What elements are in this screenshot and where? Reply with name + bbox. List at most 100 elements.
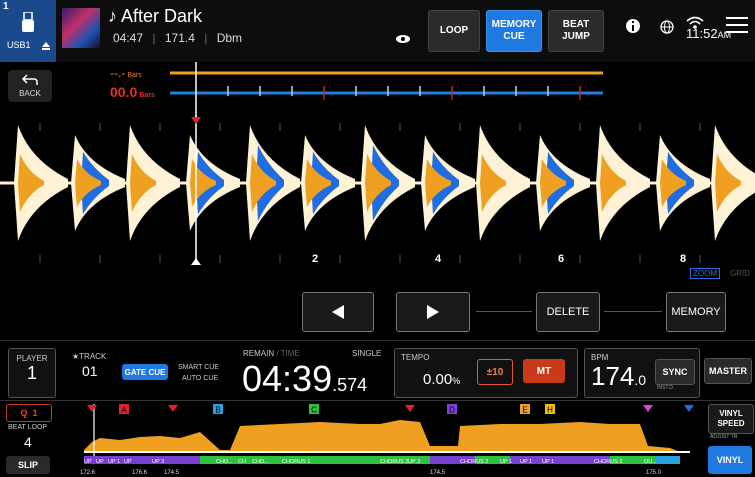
phrase-label: CH <box>238 459 246 465</box>
memory-cue-button[interactable]: MEMORY CUE <box>486 10 542 52</box>
tempo-number: 0.00 <box>423 371 453 388</box>
vinyl-button[interactable]: VINYL <box>708 446 752 474</box>
beat-jump-button[interactable]: BEAT JUMP <box>548 10 604 52</box>
bpm-mark-label: 174.5 <box>164 470 180 476</box>
music-note-icon: ♪ <box>108 6 117 26</box>
master-tempo-button[interactable]: MT <box>523 359 565 383</box>
remain-time-toggle[interactable]: REMAIN / TIME <box>243 349 300 358</box>
usb-icon <box>22 12 34 32</box>
phrase-label: UP 3 <box>408 459 420 465</box>
player-label: PLAYER <box>16 354 48 363</box>
memory-cue-marker-icon <box>87 405 97 412</box>
loop-button[interactable]: LOOP <box>428 10 480 52</box>
track-label: ★TRACK <box>72 352 106 361</box>
beat-loop-value[interactable]: 4 <box>24 434 32 450</box>
divider <box>604 311 662 312</box>
divider <box>0 400 755 401</box>
album-art[interactable] <box>62 8 100 48</box>
divider <box>0 340 755 341</box>
tempo-unit: % <box>452 376 461 386</box>
sync-button[interactable]: SYNC <box>655 359 695 385</box>
usb-label: USB1 <box>7 40 31 50</box>
cue-marker-icon <box>191 117 201 124</box>
phrase-label: CHO... <box>252 459 269 465</box>
slip-button[interactable]: SLIP <box>6 456 50 474</box>
bpm-panel: BPM 174.0 SYNC INST.D. <box>584 348 700 398</box>
prev-cue-button[interactable] <box>302 292 374 332</box>
bpm-display: 174.0 <box>591 361 646 392</box>
phrase-label: CHORUS 2 <box>460 459 488 465</box>
main-waveform[interactable] <box>0 115 755 270</box>
usb-source-button[interactable]: 1 USB1 <box>0 0 56 62</box>
phrase-label: CHORUS 2 <box>594 459 622 465</box>
q-label: Q <box>20 408 28 418</box>
remain-label: REMAIN <box>243 349 275 358</box>
phrase-label: UP <box>124 459 132 465</box>
phrase-segment <box>655 456 680 464</box>
phrase-label: UP <box>96 459 104 465</box>
track-key: Dbm <box>216 31 243 45</box>
eye-icon[interactable] <box>396 34 410 44</box>
deck-number: 1 <box>3 1 9 12</box>
overview-fill <box>84 420 680 452</box>
master-button[interactable]: MASTER <box>704 358 752 384</box>
overview-waveform[interactable]: A B C D E H UP UP UP 1 UP UP 3 CHO... CH CHO... CHORUS… <box>80 402 700 477</box>
phrase-label: CHORUS 1 <box>282 459 310 465</box>
time-display: 04:39.574 <box>242 358 367 400</box>
globe-icon[interactable] <box>660 20 674 34</box>
top-bar: 1 USB1 ♪ After Dark 04:47 | 171.4 | Dbm … <box>0 0 755 62</box>
hotcue-label: H <box>547 406 553 415</box>
beat-number: 2 <box>312 253 319 265</box>
tempo-label: TEMPO <box>401 353 430 362</box>
time-fraction: .574 <box>332 375 368 395</box>
beat-number: 6 <box>558 253 565 265</box>
memory-cue-marker-icon <box>684 405 694 412</box>
track-meta: 04:47 | 171.4 | Dbm <box>113 31 243 45</box>
zoom-button[interactable]: ZOOM <box>690 268 720 279</box>
triangle-left-icon <box>332 305 344 319</box>
memory-cue-marker-icon <box>643 405 653 412</box>
bpm-mark-label: 172.6 <box>80 470 96 476</box>
menu-icon[interactable] <box>726 16 748 34</box>
player-panel: PLAYER 1 <box>8 348 56 398</box>
playhead-marker-icon <box>191 258 201 265</box>
tempo-range-button[interactable]: ±10 <box>477 359 513 385</box>
tempo-value: 0.00% <box>423 371 460 388</box>
inst-label: INST.D. <box>657 385 675 391</box>
track-bpm: 171.4 <box>164 31 195 45</box>
q-value: 1 <box>32 408 38 418</box>
cue-mode[interactable]: SMART CUE AUTO CUE <box>178 362 219 384</box>
quantize-button[interactable]: Q 1 <box>6 404 52 422</box>
eject-icon <box>42 42 50 50</box>
player-number: 1 <box>26 363 37 383</box>
memory-cue-marker-icon <box>405 405 415 412</box>
phrase-label: OU... <box>644 459 657 465</box>
grid-button[interactable]: GRID <box>730 269 750 278</box>
clock-time: 11:52 <box>686 26 718 41</box>
memory-button[interactable]: MEMORY <box>666 292 726 332</box>
beat-ruler <box>170 62 603 122</box>
single-label: SINGLE <box>352 349 382 358</box>
bpm-mark-label: 176.6 <box>132 470 148 476</box>
adjust-label: ADJUST TR <box>710 434 738 440</box>
phrase-label: UP <box>84 459 92 465</box>
bpm-mark-label: 175.0 <box>646 470 662 476</box>
delete-button[interactable]: DELETE <box>536 292 600 332</box>
bpm-fraction: .0 <box>634 372 647 388</box>
auto-cue-label: AUTO CUE <box>182 375 219 382</box>
phrase-label: CHO... <box>216 459 233 465</box>
track-number: 01 <box>82 363 98 379</box>
phrase-segment <box>550 456 580 464</box>
info-icon[interactable] <box>625 18 641 34</box>
phrase-label: CHORUS 2 <box>380 459 408 465</box>
hotcue-label: D <box>449 406 455 415</box>
vinyl-speed-button[interactable]: VINYL SPEED <box>708 404 754 434</box>
divider <box>476 311 532 312</box>
next-cue-button[interactable] <box>396 292 470 332</box>
bpm-main: 174 <box>591 361 635 391</box>
phrase-label: UP 1 <box>520 459 532 465</box>
tempo-panel: TEMPO 0.00% ±10 MT <box>394 348 578 398</box>
track-title: After Dark <box>121 6 203 26</box>
bpm-mark-label: 174.5 <box>430 470 446 476</box>
gate-cue-button[interactable]: GATE CUE <box>122 364 168 380</box>
